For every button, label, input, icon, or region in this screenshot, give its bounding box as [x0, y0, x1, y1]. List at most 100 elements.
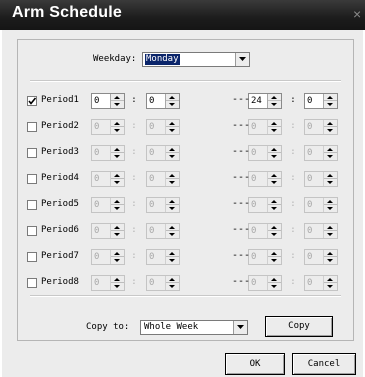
spinner-arrows[interactable]: [323, 146, 337, 160]
spinner-arrows[interactable]: [165, 276, 179, 290]
arrow-down-icon[interactable]: [268, 179, 281, 186]
arrow-down-icon[interactable]: [324, 283, 337, 290]
spinner-arrows[interactable]: [267, 276, 281, 290]
arrow-down-icon[interactable]: [166, 127, 179, 134]
arrow-up-icon[interactable]: [166, 198, 179, 205]
spinner-arrows[interactable]: [165, 146, 179, 160]
end-hour-spinner[interactable]: 24: [248, 93, 282, 109]
spinner-arrows[interactable]: [110, 276, 124, 290]
arrow-up-icon[interactable]: [268, 172, 281, 179]
spinner-arrows[interactable]: [110, 172, 124, 186]
arrow-down-icon[interactable]: [166, 205, 179, 212]
arrow-down-icon[interactable]: [324, 257, 337, 264]
arrow-down-icon[interactable]: [324, 153, 337, 160]
arrow-up-icon[interactable]: [268, 198, 281, 205]
arrow-up-icon[interactable]: [324, 172, 337, 179]
end-hour-spinner[interactable]: 0: [248, 171, 282, 187]
arrow-down-icon[interactable]: [324, 179, 337, 186]
arrow-up-icon[interactable]: [111, 250, 124, 257]
start-min-spinner[interactable]: 0: [146, 119, 180, 135]
arrow-up-icon[interactable]: [324, 198, 337, 205]
arrow-down-icon[interactable]: [111, 205, 124, 212]
spinner-arrows[interactable]: [110, 146, 124, 160]
arrow-up-icon[interactable]: [166, 224, 179, 231]
spinner-arrows[interactable]: [267, 120, 281, 134]
arrow-down-icon[interactable]: [324, 231, 337, 238]
start-hour-spinner[interactable]: 0: [91, 145, 125, 161]
spinner-arrows[interactable]: [323, 276, 337, 290]
arrow-down-icon[interactable]: [324, 127, 337, 134]
arrow-down-icon[interactable]: [166, 101, 179, 108]
arrow-up-icon[interactable]: [166, 172, 179, 179]
spinner-arrows[interactable]: [165, 198, 179, 212]
end-hour-spinner[interactable]: 0: [248, 119, 282, 135]
spinner-arrows[interactable]: [267, 250, 281, 264]
close-icon[interactable]: ×: [353, 4, 365, 24]
spinner-arrows[interactable]: [267, 198, 281, 212]
arrow-up-icon[interactable]: [324, 94, 337, 101]
end-min-spinner[interactable]: 0: [304, 119, 338, 135]
arrow-down-icon[interactable]: [268, 257, 281, 264]
arrow-up-icon[interactable]: [166, 250, 179, 257]
spinner-arrows[interactable]: [110, 250, 124, 264]
end-min-spinner[interactable]: 0: [304, 171, 338, 187]
spinner-arrows[interactable]: [267, 224, 281, 238]
arrow-up-icon[interactable]: [166, 276, 179, 283]
spinner-arrows[interactable]: [267, 146, 281, 160]
arrow-down-icon[interactable]: [111, 283, 124, 290]
start-hour-spinner[interactable]: 0: [91, 223, 125, 239]
arrow-up-icon[interactable]: [324, 250, 337, 257]
spinner-arrows[interactable]: [267, 94, 281, 108]
spinner-arrows[interactable]: [165, 250, 179, 264]
start-hour-spinner[interactable]: 0: [91, 171, 125, 187]
end-min-spinner[interactable]: 0: [304, 223, 338, 239]
arrow-up-icon[interactable]: [324, 120, 337, 127]
arrow-up-icon[interactable]: [324, 224, 337, 231]
spinner-arrows[interactable]: [323, 94, 337, 108]
spinner-arrows[interactable]: [110, 224, 124, 238]
spinner-arrows[interactable]: [165, 224, 179, 238]
spinner-arrows[interactable]: [323, 172, 337, 186]
arrow-down-icon[interactable]: [268, 283, 281, 290]
spinner-arrows[interactable]: [323, 250, 337, 264]
period-checkbox[interactable]: [27, 148, 37, 158]
arrow-down-icon[interactable]: [268, 153, 281, 160]
period-checkbox[interactable]: [27, 278, 37, 288]
arrow-up-icon[interactable]: [111, 224, 124, 231]
end-min-spinner[interactable]: 0: [304, 145, 338, 161]
start-min-spinner[interactable]: 0: [146, 145, 180, 161]
spinner-arrows[interactable]: [110, 94, 124, 108]
arrow-up-icon[interactable]: [111, 146, 124, 153]
arrow-up-icon[interactable]: [111, 198, 124, 205]
arrow-up-icon[interactable]: [268, 276, 281, 283]
spinner-arrows[interactable]: [165, 94, 179, 108]
arrow-down-icon[interactable]: [166, 283, 179, 290]
arrow-down-icon[interactable]: [166, 153, 179, 160]
end-hour-spinner[interactable]: 0: [248, 197, 282, 213]
copy-to-select[interactable]: Whole Week: [140, 320, 248, 335]
arrow-up-icon[interactable]: [268, 224, 281, 231]
start-hour-spinner[interactable]: 0: [91, 119, 125, 135]
end-hour-spinner[interactable]: 0: [248, 223, 282, 239]
arrow-down-icon[interactable]: [111, 153, 124, 160]
arrow-down-icon[interactable]: [111, 101, 124, 108]
start-min-spinner[interactable]: 0: [146, 223, 180, 239]
arrow-up-icon[interactable]: [268, 94, 281, 101]
arrow-up-icon[interactable]: [268, 250, 281, 257]
spinner-arrows[interactable]: [323, 224, 337, 238]
arrow-down-icon[interactable]: [111, 231, 124, 238]
start-min-spinner[interactable]: 0: [146, 171, 180, 187]
arrow-up-icon[interactable]: [166, 94, 179, 101]
end-min-spinner[interactable]: 0: [304, 249, 338, 265]
title-bar[interactable]: Arm Schedule ×: [0, 0, 365, 30]
end-hour-spinner[interactable]: 0: [248, 145, 282, 161]
period-checkbox[interactable]: [27, 174, 37, 184]
arrow-down-icon[interactable]: [111, 127, 124, 134]
arrow-up-icon[interactable]: [268, 120, 281, 127]
period-checkbox[interactable]: [27, 200, 37, 210]
ok-button[interactable]: OK: [225, 353, 285, 375]
arrow-up-icon[interactable]: [268, 146, 281, 153]
start-min-spinner[interactable]: 0: [146, 275, 180, 291]
copy-button[interactable]: Copy: [265, 316, 333, 337]
chevron-down-icon[interactable]: [233, 321, 247, 334]
